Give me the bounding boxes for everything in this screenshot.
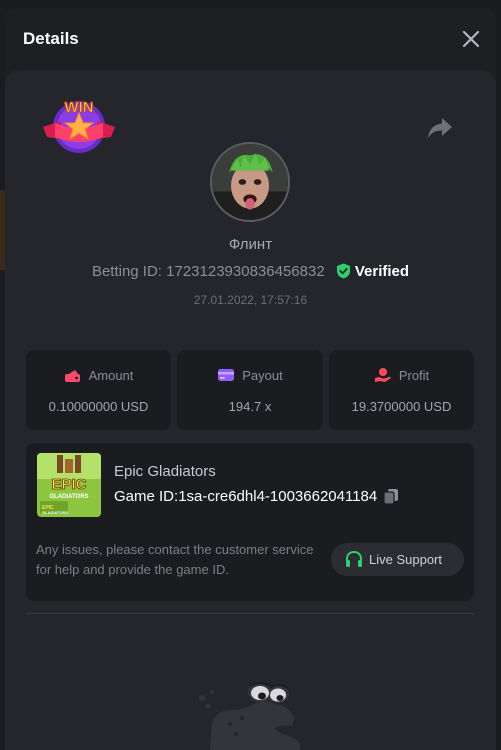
live-support-label: Live Support bbox=[369, 552, 442, 567]
payout-stat: Payout 194.7 x bbox=[177, 350, 323, 430]
betting-id-label: Betting ID: bbox=[91, 263, 162, 280]
profit-label: Profit bbox=[398, 368, 430, 383]
crocodile-mascot-icon bbox=[199, 682, 300, 750]
thumb-title: EPIC bbox=[51, 476, 86, 493]
verified-label: Verified bbox=[354, 263, 410, 280]
game-name[interactable]: Epic Gladiators bbox=[114, 463, 216, 480]
verified-shield-icon bbox=[336, 263, 350, 279]
profit-value: 19.3700000 USD bbox=[351, 399, 452, 414]
card-icon bbox=[218, 369, 235, 381]
wallet-icon bbox=[64, 370, 80, 382]
modal-header: Details bbox=[5, 8, 496, 70]
bet-timestamp: 27.01.2022, 17:57:16 bbox=[193, 293, 308, 307]
game-thumbnail-image: EPIC GLADIATORS EPIC GLADIATORS bbox=[37, 453, 101, 517]
game-id-label: Game ID: bbox=[114, 488, 179, 505]
profit-stat: Profit 19.3700000 USD bbox=[329, 350, 474, 430]
payout-label: Payout bbox=[242, 368, 283, 383]
share-button[interactable] bbox=[425, 115, 455, 141]
support-text: Any issues, please contact the customer … bbox=[36, 542, 314, 577]
share-icon bbox=[428, 118, 452, 138]
close-icon bbox=[462, 30, 480, 48]
copy-icon bbox=[383, 489, 399, 505]
money-hand-icon bbox=[374, 368, 391, 382]
avatar-image bbox=[212, 144, 288, 220]
amount-stat: Amount 0.10000000 USD bbox=[26, 350, 171, 430]
modal-title: Details bbox=[23, 29, 79, 48]
betting-id-row: Betting ID: 1723123930836456832 Verified bbox=[5, 263, 496, 280]
game-id-value: 1sa-cre6dhl4-1003662041184 bbox=[178, 488, 378, 505]
headset-icon bbox=[346, 550, 362, 567]
bet-details-card: WIN Флинт Betting ID: 172312393083645683… bbox=[5, 70, 496, 750]
game-thumbnail[interactable]: EPIC GLADIATORS EPIC GLADIATORS bbox=[37, 453, 101, 517]
amount-label: Amount bbox=[88, 368, 134, 383]
username: Флинт bbox=[228, 236, 273, 253]
thumb-small-subtitle: GLADIATORS bbox=[42, 510, 68, 515]
game-id-row: Game ID:1sa-cre6dhl4-1003662041184 bbox=[114, 488, 399, 505]
close-button[interactable] bbox=[458, 26, 484, 52]
details-modal: Details WIN Флинт Betting ID: 1723123930… bbox=[5, 8, 496, 750]
copy-button[interactable] bbox=[383, 488, 399, 505]
payout-value: 194.7 x bbox=[228, 399, 272, 414]
live-support-button[interactable]: Live Support bbox=[331, 543, 464, 576]
game-info-panel: EPIC GLADIATORS EPIC GLADIATORS Epic Gla… bbox=[26, 443, 474, 601]
section-divider bbox=[26, 613, 474, 614]
thumb-subtitle: GLADIATORS bbox=[49, 494, 88, 500]
amount-value: 0.10000000 USD bbox=[48, 399, 149, 414]
win-badge-icon: WIN bbox=[43, 99, 115, 153]
user-avatar bbox=[210, 142, 290, 222]
betting-id-value: 1723123930836456832 bbox=[166, 263, 325, 280]
win-badge-text: WIN bbox=[64, 99, 93, 116]
